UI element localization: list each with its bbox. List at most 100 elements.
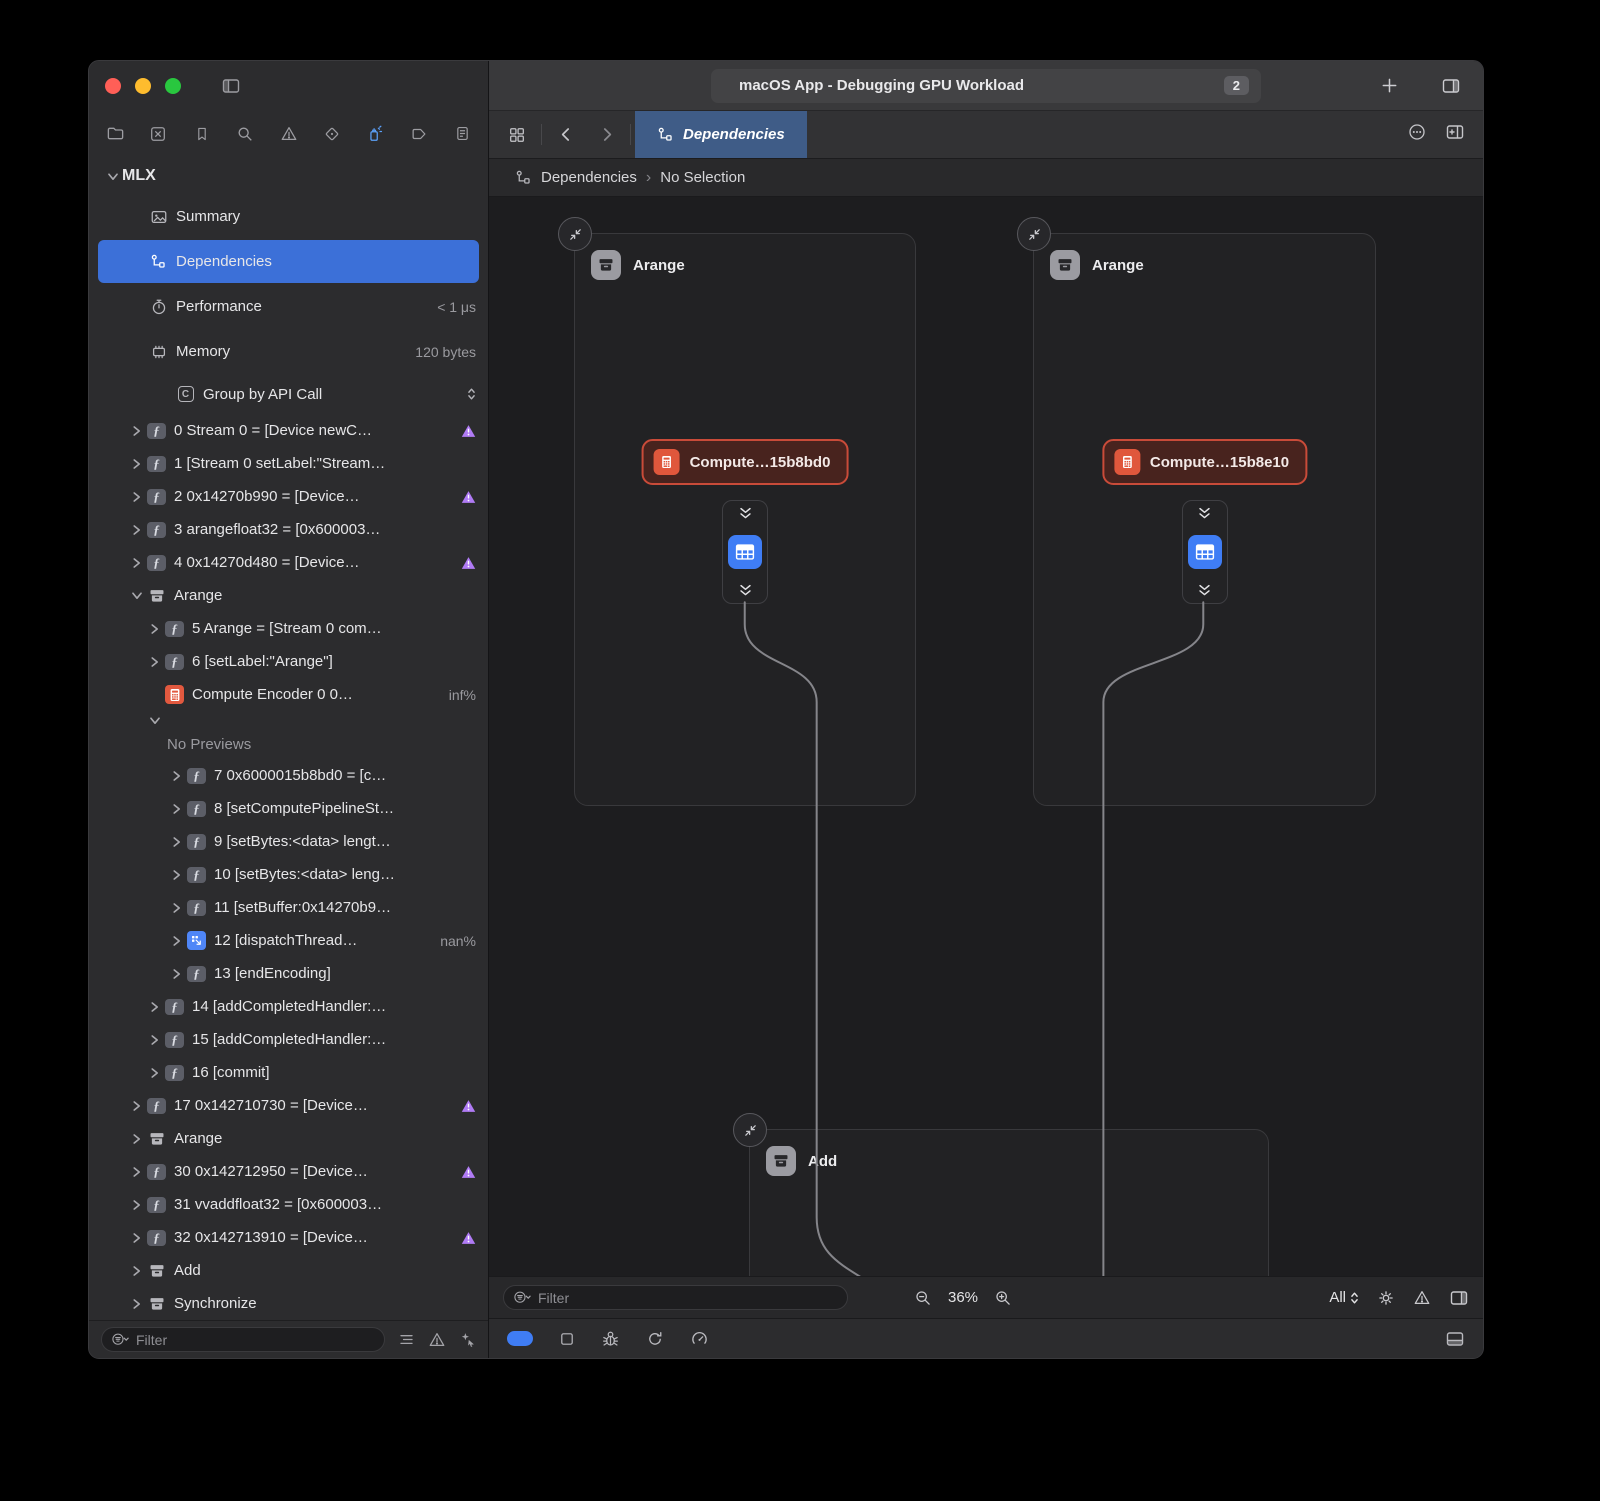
zoom-window-button[interactable] bbox=[165, 78, 181, 94]
tree-row[interactable]: Performance< 1 μs bbox=[89, 284, 488, 329]
tree-row[interactable]: ƒ11 [setBuffer:0x14270b9… bbox=[89, 891, 488, 924]
tree-row[interactable]: ƒ8 [setComputePipelineSt… bbox=[89, 792, 488, 825]
toggle-debug-area-icon[interactable] bbox=[1445, 1329, 1465, 1349]
tree-row[interactable]: Summary bbox=[89, 194, 488, 239]
close-window-button[interactable] bbox=[105, 78, 121, 94]
tree-row[interactable]: ƒ4 0x14270d480 = [Device… bbox=[89, 546, 488, 579]
output-resource-pill[interactable] bbox=[722, 500, 768, 604]
runtime-issue-icon[interactable] bbox=[461, 1231, 476, 1245]
tree-row[interactable]: ƒ13 [endEncoding] bbox=[89, 957, 488, 990]
runtime-issue-icon[interactable] bbox=[461, 490, 476, 504]
test-diamond-icon[interactable] bbox=[318, 120, 346, 148]
refresh-icon[interactable] bbox=[646, 1330, 664, 1348]
tab-dependencies[interactable]: Dependencies bbox=[635, 111, 807, 158]
window-tab[interactable]: macOS App - Debugging GPU Workload 2 bbox=[711, 69, 1261, 103]
canvas-filter-field[interactable] bbox=[503, 1285, 848, 1310]
runtime-issue-icon[interactable] bbox=[461, 1165, 476, 1179]
output-resource-pill[interactable] bbox=[1182, 500, 1228, 604]
tree-row[interactable]: Memory120 bytes bbox=[89, 329, 488, 374]
minimize-window-button[interactable] bbox=[135, 78, 151, 94]
tree-row[interactable]: ƒ14 [addCompletedHandler:… bbox=[89, 990, 488, 1023]
sidebar-filter-input[interactable] bbox=[136, 1332, 375, 1348]
toggle-panel-icon[interactable] bbox=[1449, 1288, 1469, 1308]
disclosure-closed-icon[interactable] bbox=[167, 899, 186, 917]
expand-down-icon[interactable] bbox=[737, 584, 754, 597]
disclosure-closed-icon[interactable] bbox=[167, 800, 186, 818]
expand-down-icon[interactable] bbox=[1196, 584, 1213, 597]
disclosure-open-icon[interactable] bbox=[127, 587, 146, 605]
tree-row[interactable]: Arange bbox=[89, 1122, 488, 1155]
zoom-out-icon[interactable] bbox=[914, 1289, 932, 1307]
canvas-filter-input[interactable] bbox=[538, 1290, 838, 1306]
disclosure-closed-icon[interactable] bbox=[167, 965, 186, 983]
group-arange-left[interactable]: Arange Compute…15b8bd0 bbox=[574, 233, 916, 806]
tree-row[interactable]: Add bbox=[89, 1254, 488, 1287]
tree-row[interactable]: No Previews bbox=[89, 729, 488, 759]
tree-row[interactable]: 12 [dispatchThread…nan% bbox=[89, 924, 488, 957]
tree-row[interactable]: Synchronize bbox=[89, 1287, 488, 1320]
disclosure-open-icon[interactable] bbox=[103, 167, 122, 185]
runtime-issue-icon[interactable] bbox=[461, 424, 476, 438]
tree-row[interactable]: Dependencies bbox=[89, 239, 488, 284]
forward-button[interactable] bbox=[586, 111, 626, 158]
tree-row[interactable]: ƒ5 Arange = [Stream 0 com… bbox=[89, 612, 488, 645]
group-by-stepper[interactable] bbox=[467, 387, 476, 401]
disclosure-closed-icon[interactable] bbox=[167, 767, 186, 785]
tree-row[interactable]: ƒ1 [Stream 0 setLabel:"Stream… bbox=[89, 447, 488, 480]
tree-expander-row[interactable] bbox=[89, 711, 488, 729]
group-arange-right[interactable]: Arange Compute…15b8e10 bbox=[1033, 233, 1376, 806]
tree-row[interactable]: CGroup by API Call bbox=[89, 374, 488, 414]
disclosure-closed-icon[interactable] bbox=[145, 653, 164, 671]
gpu-trace-icon[interactable] bbox=[361, 120, 389, 148]
disclosure-closed-icon[interactable] bbox=[127, 1097, 146, 1115]
compute-encoder-node[interactable]: Compute…15b8e10 bbox=[1102, 439, 1307, 485]
scope-selector[interactable]: All bbox=[1329, 1289, 1359, 1306]
tree-row[interactable]: ƒ0 Stream 0 = [Device newC… bbox=[89, 414, 488, 447]
disclosure-closed-icon[interactable] bbox=[127, 1295, 146, 1313]
disclosure-closed-icon[interactable] bbox=[127, 1196, 146, 1214]
stop-icon[interactable] bbox=[559, 1331, 575, 1347]
sidebar-filter-field[interactable] bbox=[101, 1327, 385, 1352]
close-square-icon[interactable] bbox=[144, 120, 172, 148]
disclosure-closed-icon[interactable] bbox=[127, 488, 146, 506]
runtime-issues-filter-icon[interactable] bbox=[459, 1331, 476, 1348]
tree-row[interactable]: ƒ7 0x6000015b8bd0 = [c… bbox=[89, 759, 488, 792]
runtime-issue-icon[interactable] bbox=[461, 556, 476, 570]
disclosure-closed-icon[interactable] bbox=[127, 1163, 146, 1181]
disclosure-closed-icon[interactable] bbox=[127, 455, 146, 473]
disclosure-closed-icon[interactable] bbox=[167, 932, 186, 950]
dependency-canvas[interactable]: Arange Compute…15b8bd0 Arange bbox=[489, 197, 1483, 1276]
search-icon[interactable] bbox=[231, 120, 259, 148]
tag-icon[interactable] bbox=[405, 120, 433, 148]
collapse-group-icon[interactable] bbox=[1017, 217, 1051, 251]
tree-row[interactable]: ƒ3 arangefloat32 = [0x600003… bbox=[89, 513, 488, 546]
tab-overview-icon[interactable] bbox=[497, 111, 537, 158]
tree-row[interactable]: MLX bbox=[89, 158, 488, 194]
live-indicator-button[interactable] bbox=[507, 1331, 533, 1346]
back-button[interactable] bbox=[546, 111, 586, 158]
settings-gear-icon[interactable] bbox=[1377, 1289, 1395, 1307]
issues-warning-icon[interactable] bbox=[1413, 1289, 1431, 1307]
tree-row[interactable]: ƒ15 [addCompletedHandler:… bbox=[89, 1023, 488, 1056]
disclosure-closed-icon[interactable] bbox=[145, 998, 164, 1016]
collapse-group-icon[interactable] bbox=[733, 1113, 767, 1147]
runtime-issue-icon[interactable] bbox=[461, 1099, 476, 1113]
breadcrumb-item[interactable]: No Selection bbox=[660, 169, 745, 186]
disclosure-closed-icon[interactable] bbox=[167, 833, 186, 851]
disclosure-closed-icon[interactable] bbox=[127, 554, 146, 572]
tree-row[interactable]: Compute Encoder 0 0…inf% bbox=[89, 678, 488, 711]
disclosure-closed-icon[interactable] bbox=[127, 1130, 146, 1148]
disclosure-closed-icon[interactable] bbox=[127, 1229, 146, 1247]
tree-row[interactable]: ƒ16 [commit] bbox=[89, 1056, 488, 1089]
tree-row[interactable]: ƒ6 [setLabel:"Arange"] bbox=[89, 645, 488, 678]
more-options-icon[interactable] bbox=[1407, 122, 1427, 147]
flatten-list-icon[interactable] bbox=[398, 1331, 415, 1348]
folder-icon[interactable] bbox=[101, 120, 129, 148]
add-editor-icon[interactable] bbox=[1445, 122, 1465, 147]
disclosure-closed-icon[interactable] bbox=[145, 620, 164, 638]
tree-row[interactable]: ƒ17 0x142710730 = [Device… bbox=[89, 1089, 488, 1122]
tree-row[interactable]: ƒ2 0x14270b990 = [Device… bbox=[89, 480, 488, 513]
issues-icon[interactable] bbox=[275, 120, 303, 148]
disclosure-closed-icon[interactable] bbox=[127, 521, 146, 539]
disclosure-closed-icon[interactable] bbox=[167, 866, 186, 884]
